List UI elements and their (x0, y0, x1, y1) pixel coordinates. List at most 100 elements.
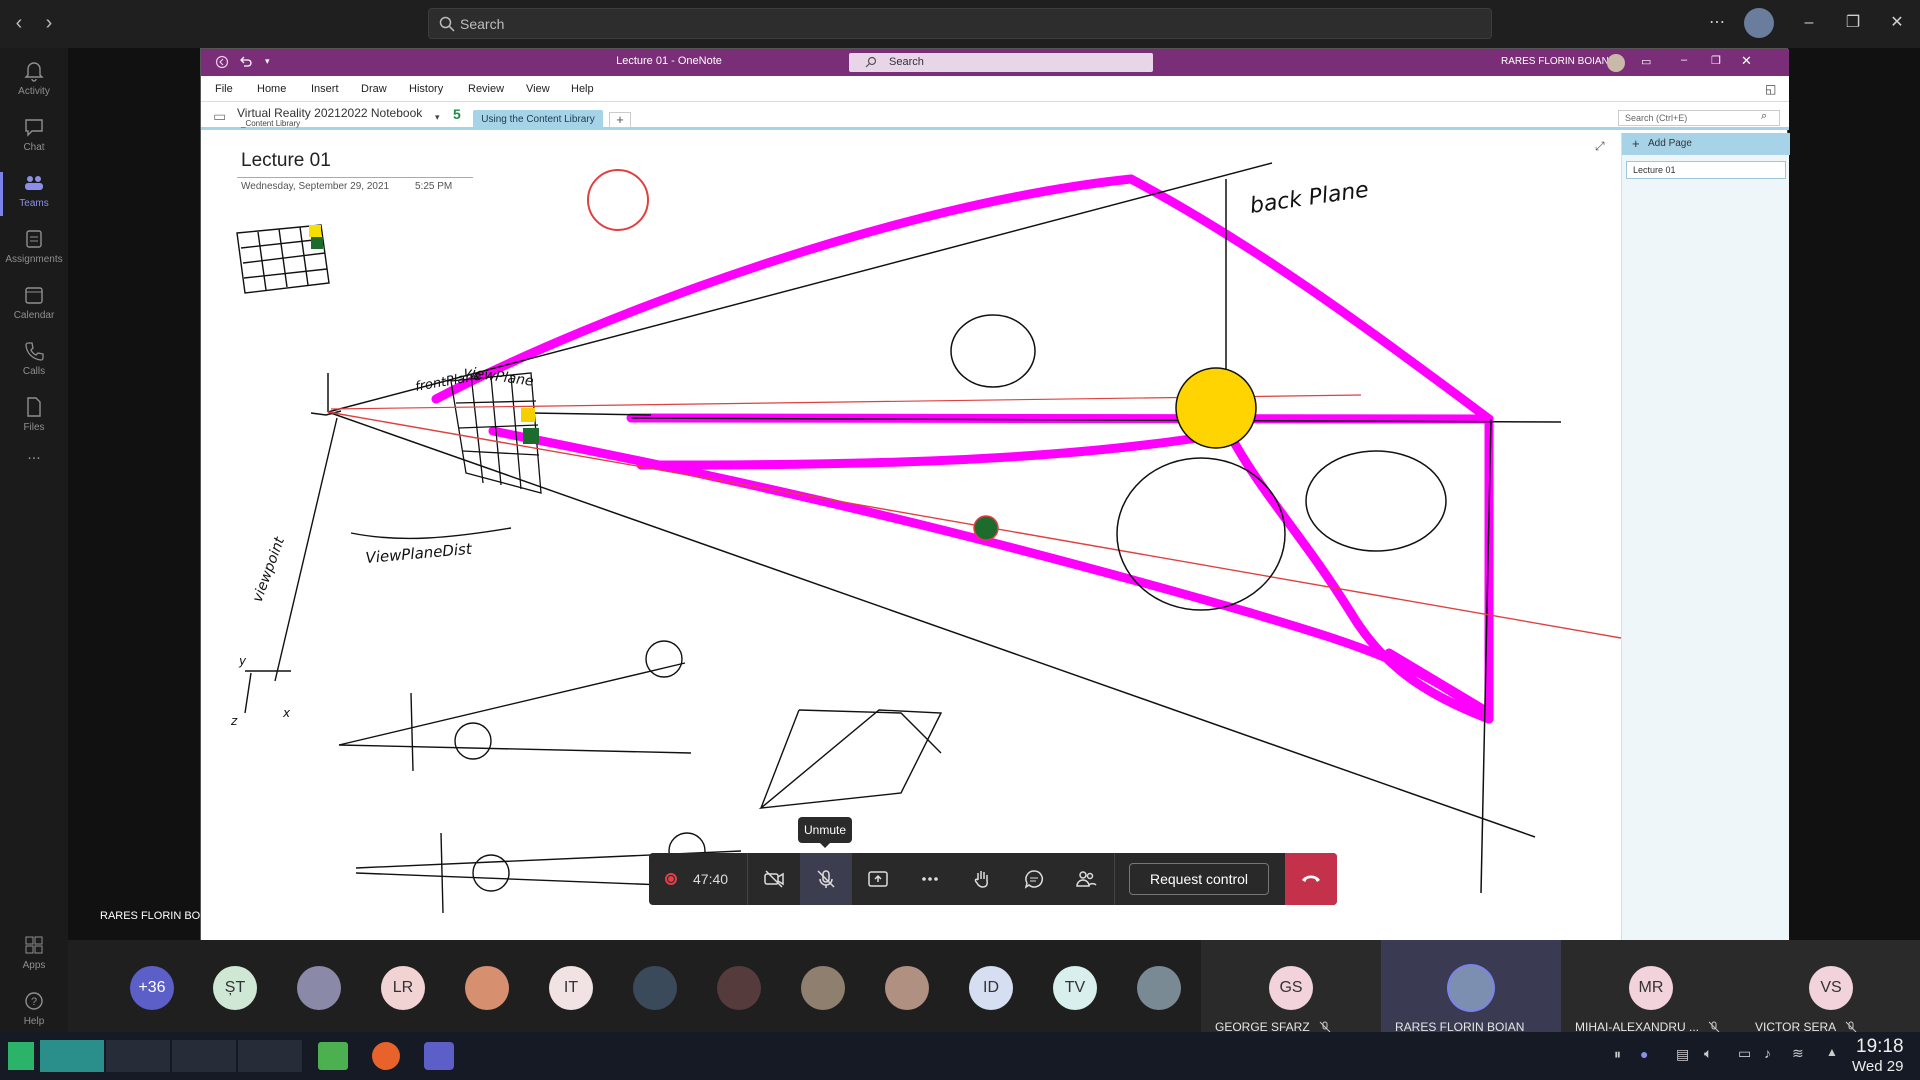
menu-help[interactable]: Help (571, 83, 594, 95)
rail-chat[interactable]: Chat (0, 110, 68, 166)
rail-calendar[interactable]: Calendar (0, 278, 68, 334)
rail-files[interactable]: Files (0, 390, 68, 446)
page-item-lecture-01[interactable]: Lecture 01 (1626, 161, 1786, 179)
wifi-icon[interactable]: ≋ (1792, 1045, 1804, 1062)
forward-arrow-icon[interactable]: › (38, 12, 60, 34)
avatar[interactable] (801, 966, 845, 1010)
rail-activity[interactable]: Activity (0, 54, 68, 110)
menu-view[interactable]: View (526, 83, 550, 95)
raise-hand-button[interactable] (956, 853, 1008, 905)
ribbon-display-icon[interactable]: ▭ (1641, 55, 1651, 68)
onenote-minimize-icon[interactable]: – (1681, 54, 1687, 66)
magnifier-icon[interactable]: ⌕ (1761, 110, 1767, 123)
chat-button[interactable] (1008, 853, 1060, 905)
tab-using-content-library[interactable]: Using the Content Library (473, 110, 603, 130)
menu-history[interactable]: History (409, 83, 443, 95)
notebook-dropdown-icon[interactable]: ▾ (435, 112, 440, 123)
minimize-icon[interactable]: – (1798, 12, 1820, 34)
participant-tile-presenter[interactable]: RARES FLORIN BOIAN (1381, 940, 1561, 1034)
avatar[interactable]: LR (381, 966, 425, 1010)
menu-file[interactable]: File (215, 83, 233, 95)
divider (1114, 853, 1115, 905)
page-list-pane: + Add Page Lecture 01 (1621, 133, 1790, 941)
workspace-2[interactable] (106, 1040, 170, 1072)
avatar[interactable] (297, 966, 341, 1010)
undo-icon[interactable] (239, 55, 253, 69)
more-icon: ... (27, 446, 41, 463)
teams-app-icon[interactable] (424, 1042, 454, 1070)
overflow-participants-button[interactable]: +36 (130, 966, 174, 1010)
teams-search-box[interactable]: Search (428, 8, 1492, 39)
menu-review[interactable]: Review (468, 83, 504, 95)
rail-more[interactable]: ... (0, 446, 68, 502)
avatar[interactable] (1137, 966, 1181, 1010)
battery-icon[interactable]: ▭ (1738, 1045, 1751, 1062)
rail-apps[interactable]: Apps (0, 928, 68, 984)
onenote-page-canvas[interactable]: Lecture 01 Wednesday, September 29, 2021… (201, 133, 1621, 941)
avatar[interactable]: ȘT (213, 966, 257, 1010)
workspace-4[interactable] (238, 1040, 302, 1072)
onenote-close-icon[interactable]: ✕ (1741, 53, 1752, 69)
back-arrow-icon[interactable]: ‹ (8, 12, 30, 34)
avatar[interactable] (885, 966, 929, 1010)
pause-icon[interactable]: ⏸ (1614, 1046, 1621, 1063)
file-manager-icon[interactable] (318, 1042, 348, 1070)
add-section-button[interactable]: + (609, 112, 631, 128)
restore-icon[interactable]: ❐ (1842, 12, 1864, 34)
app-rail: Activity Chat Teams Assignments Calendar… (0, 48, 68, 1032)
rail-teams[interactable]: Teams (0, 166, 68, 222)
onenote-user-avatar[interactable] (1607, 54, 1625, 72)
avatar[interactable]: TV (1053, 966, 1097, 1010)
avatar[interactable]: IT (549, 966, 593, 1010)
rail-assignments[interactable]: Assignments (0, 222, 68, 278)
menu-home[interactable]: Home (257, 83, 286, 95)
quick-access-dropdown-icon[interactable]: ▾ (265, 56, 270, 67)
volume-icon[interactable]: 🔈︎ (1704, 1045, 1712, 1062)
more-options-icon[interactable]: ⋯ (1706, 12, 1728, 34)
unmute-tooltip: Unmute (798, 817, 852, 848)
back-circle-icon[interactable] (215, 55, 229, 69)
rail-calls[interactable]: Calls (0, 334, 68, 390)
add-page-button[interactable]: + Add Page (1622, 133, 1790, 155)
onenote-search-box[interactable]: Search (849, 53, 1153, 72)
participant-tile[interactable]: GS GEORGE SFARZ (1201, 940, 1381, 1034)
start-menu-icon[interactable] (8, 1042, 34, 1070)
avatar[interactable]: ID (969, 966, 1013, 1010)
clipboard-icon[interactable]: ▤ (1676, 1046, 1689, 1063)
tray-expand-icon[interactable]: ▲ (1826, 1045, 1838, 1059)
avatar[interactable] (633, 966, 677, 1010)
teams-icon (25, 176, 43, 190)
more-actions-button[interactable] (904, 853, 956, 905)
clock-time: 19:18 (1856, 1036, 1904, 1057)
notebook-icon[interactable]: ▭ (213, 108, 226, 125)
onenote-title-bar: ▾ Lecture 01 - OneNote Search RARES FLOR… (201, 49, 1789, 76)
participant-tile[interactable]: VS VICTOR SERA (1741, 940, 1920, 1034)
avatar[interactable] (465, 966, 509, 1010)
menu-draw[interactable]: Draw (361, 83, 387, 95)
presenter-name-label: RARES FLORIN BOIAN (100, 910, 219, 922)
notebook-name[interactable]: Virtual Reality 20212022 Notebook (237, 106, 422, 120)
call-timer: 47:40 (693, 871, 729, 887)
profile-avatar[interactable] (1744, 8, 1774, 38)
sticky-note-icon[interactable]: ◱ (1765, 82, 1776, 96)
close-icon[interactable]: ✕ (1886, 12, 1908, 34)
microphone-icon[interactable]: ♪ (1764, 1045, 1771, 1061)
workspace-3[interactable] (172, 1040, 236, 1072)
request-control-button[interactable]: Request control (1129, 863, 1269, 895)
participants-button[interactable] (1060, 853, 1112, 905)
workspace-1[interactable] (40, 1040, 104, 1072)
leave-call-button[interactable] (1285, 853, 1337, 905)
notebook-nav: ▭ Virtual Reality 20212022 Notebook _Con… (201, 102, 1789, 130)
firefox-icon[interactable] (372, 1042, 400, 1070)
avatar[interactable] (717, 966, 761, 1010)
participant-tile[interactable]: MR MIHAI-ALEXANDRU ... (1561, 940, 1741, 1034)
camera-off-button[interactable] (748, 853, 800, 905)
label-viewpoint: viewpoint (250, 535, 288, 605)
avatar: VS (1809, 966, 1853, 1010)
teams-tray-icon[interactable]: ● (1640, 1046, 1648, 1062)
menu-insert[interactable]: Insert (311, 83, 339, 95)
notebook-search-input[interactable]: Search (Ctrl+E) (1618, 110, 1780, 126)
share-button[interactable] (852, 853, 904, 905)
onenote-restore-icon[interactable]: ❐ (1711, 54, 1721, 67)
mic-muted-button[interactable] (800, 853, 852, 905)
